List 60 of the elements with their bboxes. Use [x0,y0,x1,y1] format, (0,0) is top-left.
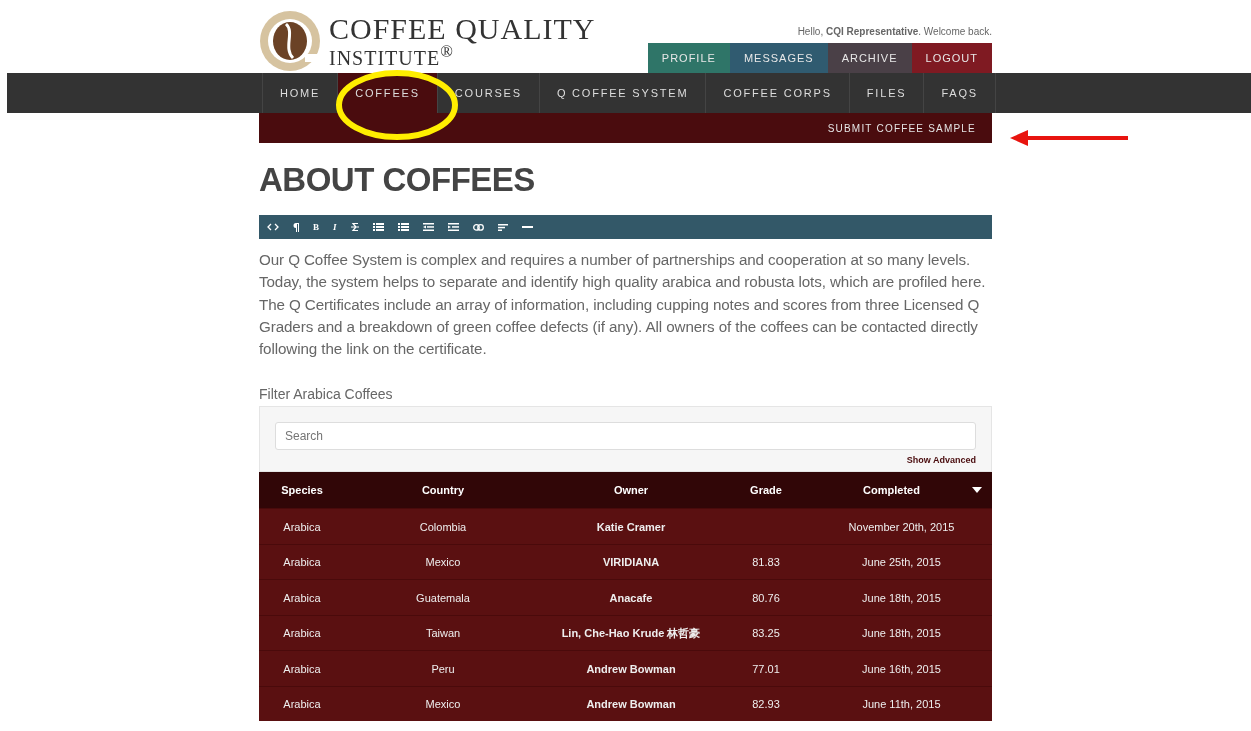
table-cell: Arabica [283,698,321,711]
sort-caret-icon[interactable] [972,487,982,494]
table-cell: 83.25 [752,627,780,640]
format-button[interactable]: B [313,222,319,232]
column-header[interactable]: Species [281,484,323,497]
indent-icon[interactable] [422,223,434,231]
indent-icon[interactable] [447,223,459,231]
owner-name[interactable]: Lin, Che-Hao Krude 林哲豪 [561,626,701,639]
table-cell: 80.76 [752,591,780,604]
table-cell: 82.93 [752,698,780,711]
table-cell: June 18th, 2015 [862,591,941,604]
align-left-icon[interactable] [497,223,508,231]
table-cell: 77.01 [752,662,780,675]
paragraph-icon[interactable] [293,222,299,232]
owner-name[interactable]: Katie Cramer [596,520,666,533]
table-cell: Guatemala [416,591,470,604]
link-icon[interactable] [472,223,484,231]
column-header[interactable]: Owner [613,484,649,497]
table-cell: June 18th, 2015 [862,627,941,640]
table-cell: Colombia [419,520,467,533]
coffee-bean-logo-icon [259,10,321,72]
table-cell: Arabica [283,627,321,640]
list-icon[interactable] [397,223,409,231]
account-button[interactable]: LOGOUT [911,43,992,73]
filter-label: Filter Arabica Coffees [259,386,394,403]
owner-name[interactable]: Andrew Bowman [586,698,676,711]
table-cell: June 11th, 2015 [862,698,941,711]
table-cell: Mexico [425,556,461,569]
table-cell: June 25th, 2015 [862,556,941,569]
table-cell: November 20th, 2015 [848,520,955,533]
page-heading: ABOUT COFFEES [259,161,536,199]
table-cell: 81.83 [752,556,780,569]
table-cell: Arabica [283,556,321,569]
table-cell: Arabica [283,591,321,604]
table-cell: Arabica [283,662,321,675]
table-cell: Peru [431,662,455,675]
owner-name[interactable]: VIRIDIANA [602,556,660,569]
welcome-message: Hello, CQI Representative. Welcome back. [797,26,992,37]
account-button[interactable]: PROFILE [647,43,730,73]
table-cell: Taiwan [425,627,461,640]
account-button[interactable]: MESSAGES [729,43,828,73]
column-header[interactable]: Country [421,484,465,497]
horizontal-rule-icon[interactable] [521,226,533,228]
column-header[interactable]: Grade [750,484,782,497]
intro-paragraph: Our Q Coffee System is complex and requires a number of partnerships and cooperation at so many levels. Today, the system helps to separate and identify high quality arabica and robusta lots, which are profiled here. The Q Certificates include an array of information, including cupping notes and scores from three Licensed Q Graders and a breakdown of green coffee defects (if any). All owners of the coffees can be contacted directly following the link on the certificate. [259,250,987,360]
table-cell: Arabica [283,520,321,533]
submit-sample-link[interactable]: SUBMIT COFFEE SAMPLE [827,122,976,134]
code-icon[interactable] [267,223,279,231]
column-header[interactable]: Completed [863,484,920,497]
search-field[interactable]: Search [275,422,976,451]
list-icon[interactable] [372,223,384,231]
show-advanced-link[interactable]: Show Advanced [906,455,976,466]
table-cell: June 16th, 2015 [862,662,941,675]
logo-subtitle: INSTITUTE$^{®}$ [329,44,455,68]
table-cell: Mexico [425,698,461,711]
format-button[interactable]: I [333,222,337,232]
owner-name[interactable]: Anacafe [609,591,653,604]
logo-title: COFFEE QUALITY [329,14,596,45]
owner-name[interactable]: Andrew Bowman [586,662,676,675]
account-button[interactable]: ARCHIVE [827,43,912,73]
